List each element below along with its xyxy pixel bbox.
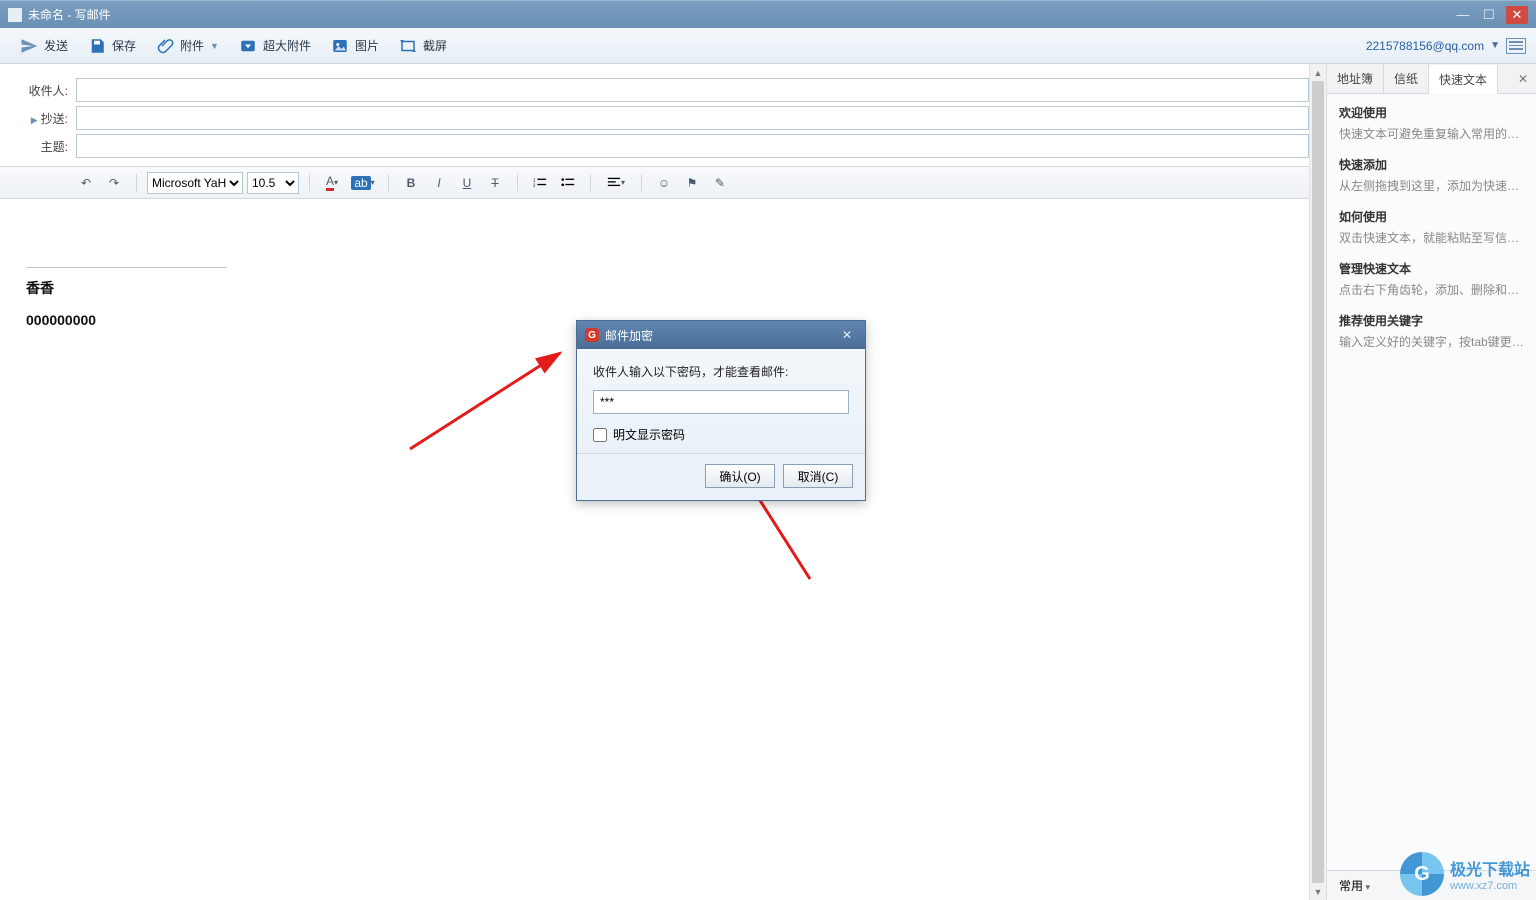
close-button[interactable]: ✕ (1506, 6, 1528, 24)
foxmail-icon: G (585, 328, 599, 342)
screenshot-button[interactable]: 截屏 (389, 32, 457, 60)
watermark: G 极光下载站 www.xz7.com (1400, 852, 1530, 896)
save-label: 保存 (112, 37, 136, 54)
list-item[interactable]: 推荐使用关键字 输入定义好的关键字，按tab键更快... (1339, 312, 1524, 350)
underline-button[interactable]: U (455, 172, 479, 194)
window-titlebar: 未命名 - 写邮件 — ☐ ✕ (0, 0, 1536, 28)
watermark-url: www.xz7.com (1450, 880, 1530, 892)
format-painter-button[interactable]: ✎ (708, 172, 732, 194)
send-icon (20, 37, 38, 55)
attach-button[interactable]: 附件 ▼ (146, 32, 229, 60)
fontsize-select[interactable]: 10.5 (247, 172, 299, 194)
list-item[interactable]: 管理快速文本 点击右下角齿轮，添加、删除和管... (1339, 260, 1524, 298)
font-color-button[interactable]: A▾ (320, 172, 344, 194)
tab-stationery[interactable]: 信纸 (1384, 64, 1429, 93)
account-dropdown-icon[interactable]: ▼ (1490, 40, 1500, 51)
subject-label: 主题: (0, 138, 76, 155)
password-input[interactable] (593, 390, 849, 414)
annotation-arrow-1 (400, 339, 600, 459)
right-panel: 地址簿 信纸 快速文本 ✕ 欢迎使用 快速文本可避免重复输入常用的内... 快速… (1326, 64, 1536, 900)
svg-text:2: 2 (533, 182, 536, 187)
list-item[interactable]: 欢迎使用 快速文本可避免重复输入常用的内... (1339, 104, 1524, 142)
main-scrollbar[interactable]: ▲ ▼ (1309, 64, 1326, 900)
bold-button[interactable]: B (399, 172, 423, 194)
strike-button[interactable]: T (483, 172, 507, 194)
show-plain-label: 明文显示密码 (613, 426, 685, 443)
quicktext-list: 欢迎使用 快速文本可避免重复输入常用的内... 快速添加 从左侧拖拽到这里，添加… (1327, 94, 1536, 870)
undo-button[interactable]: ↶ (74, 172, 98, 194)
send-label: 发送 (44, 37, 68, 54)
cancel-button[interactable]: 取消(C) (783, 464, 853, 488)
signature-divider (26, 267, 226, 268)
save-icon (88, 37, 106, 55)
tab-addressbook[interactable]: 地址簿 (1327, 64, 1384, 93)
align-button[interactable]: ▾ (601, 172, 631, 194)
to-label: 收件人: (0, 82, 76, 99)
dialog-titlebar: G 邮件加密 ✕ (577, 321, 865, 349)
main-toolbar: 发送 保存 附件 ▼ 超大附件 图片 截屏 2215788156@qq.com … (0, 28, 1536, 64)
list-item[interactable]: 快速添加 从左侧拖拽到这里，添加为快速文... (1339, 156, 1524, 194)
dialog-title: 邮件加密 (605, 327, 653, 344)
image-icon (331, 37, 349, 55)
document-icon (8, 8, 22, 22)
encrypt-dialog: G 邮件加密 ✕ 收件人输入以下密码，才能查看邮件: 明文显示密码 确认(O) … (576, 320, 866, 501)
unordered-list-button[interactable] (556, 172, 580, 194)
maximize-button[interactable]: ☐ (1480, 8, 1498, 22)
image-label: 图片 (355, 37, 379, 54)
editor-body[interactable]: 香香 000000000 (0, 199, 1325, 900)
svg-text:1: 1 (533, 177, 536, 182)
big-attach-icon (239, 37, 257, 55)
image-button[interactable]: 图片 (321, 32, 389, 60)
emoji-button[interactable]: ☺ (652, 172, 676, 194)
cc-input[interactable] (76, 106, 1309, 130)
screenshot-label: 截屏 (423, 37, 447, 54)
big-attach-label: 超大附件 (263, 37, 311, 54)
screenshot-icon (399, 37, 417, 55)
tab-quicktext[interactable]: 快速文本 (1429, 65, 1498, 94)
footer-dropdown[interactable]: 常用 (1339, 877, 1370, 894)
redo-button[interactable]: ↷ (102, 172, 126, 194)
window-title: 未命名 - 写邮件 (28, 6, 111, 23)
subject-input[interactable] (76, 134, 1309, 158)
minimize-button[interactable]: — (1454, 8, 1472, 22)
send-button[interactable]: 发送 (10, 32, 78, 60)
italic-button[interactable]: I (427, 172, 451, 194)
paperclip-icon (156, 37, 174, 55)
show-plain-checkbox[interactable] (593, 428, 607, 442)
attach-label: 附件 (180, 37, 204, 54)
watermark-logo-icon: G (1400, 852, 1444, 896)
list-item[interactable]: 如何使用 双击快速文本，就能粘贴至写信区... (1339, 208, 1524, 246)
ordered-list-button[interactable]: 12 (528, 172, 552, 194)
ok-button[interactable]: 确认(O) (705, 464, 775, 488)
flag-button[interactable]: ⚑ (680, 172, 704, 194)
editor-toolbar: ↶ ↷ Microsoft YaH 10.5 A▾ ab▾ B I U T 12 (0, 167, 1325, 199)
panel-toggle-icon[interactable] (1506, 38, 1526, 54)
big-attach-button[interactable]: 超大附件 (229, 32, 321, 60)
highlight-button[interactable]: ab▾ (348, 172, 378, 194)
watermark-cn: 极光下载站 (1450, 856, 1530, 880)
cc-label: ▶抄送: (0, 110, 76, 127)
right-panel-close[interactable]: ✕ (1510, 64, 1536, 93)
font-select[interactable]: Microsoft YaH (147, 172, 243, 194)
to-input[interactable] (76, 78, 1309, 102)
dialog-close-button[interactable]: ✕ (837, 328, 857, 342)
account-label[interactable]: 2215788156@qq.com (1366, 39, 1484, 53)
dialog-prompt: 收件人输入以下密码，才能查看邮件: (593, 363, 849, 380)
signature-name: 香香 (26, 278, 1299, 298)
save-button[interactable]: 保存 (78, 32, 146, 60)
